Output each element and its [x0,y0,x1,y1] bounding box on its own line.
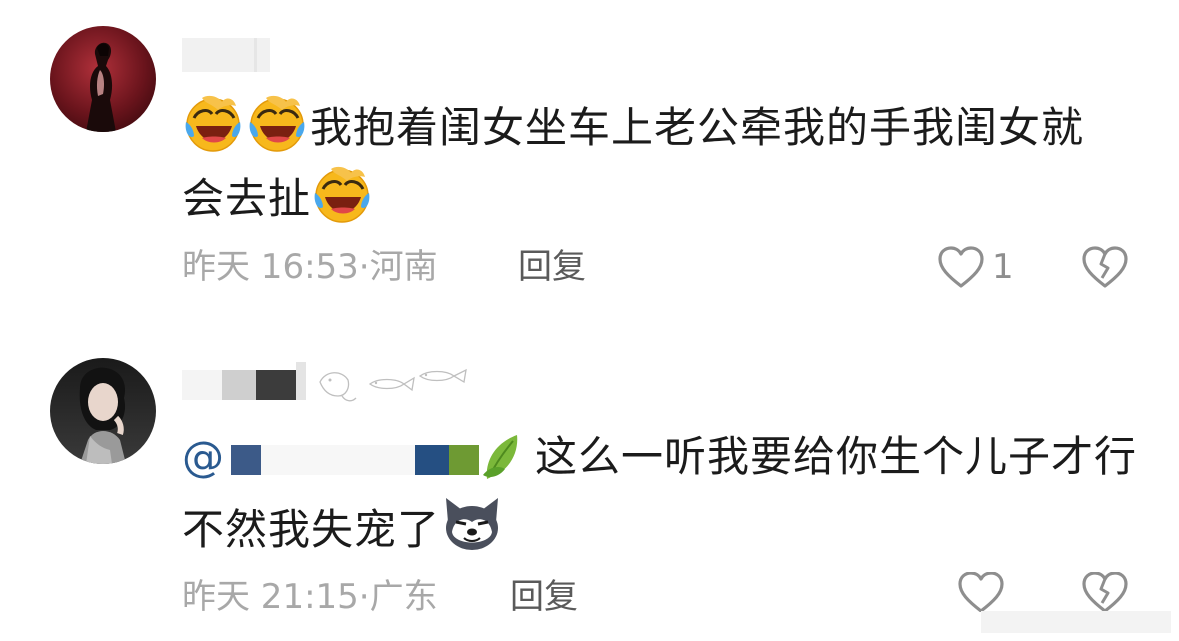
watermark-redacted [981,611,1171,633]
meta-separator: · [358,577,370,617]
mention-redacted [231,441,481,477]
comment-text-line1: 这么一听我要给你生个儿子才行 [535,432,1138,481]
mention-link[interactable]: @ [182,432,481,481]
avatar[interactable] [50,358,156,464]
avatar-image [50,26,156,132]
leaf-icon [481,431,521,483]
reply-button[interactable]: 回复 [518,242,586,292]
comment-text-line1: 我抱着闺女坐车上老公牵我的手我闺女就 [310,103,1085,152]
avatar-image [50,358,156,464]
comment-item: 我抱着闺女坐车上老公牵我的手我闺女就 会去扯 昨天 16:53·河南 回复 1 [0,0,1179,320]
like-button[interactable] [956,572,1006,612]
comment-location: 河南 [369,247,438,287]
husky-emoji-icon [440,492,504,556]
laughing-crying-emoji-icon [246,92,308,154]
comment-text-line2: 不然我失宠了 [182,505,441,554]
comment-text: @ 这么一听我要给你生个儿子才行 不然我失宠了 [182,422,1142,565]
fish-decoration-icon [319,368,467,402]
comment-time: 昨天 21:15 [182,577,359,617]
dislike-button[interactable] [1080,242,1130,292]
laughing-crying-emoji-icon [182,92,244,154]
username-redacted [182,362,482,406]
meta-separator: · [358,247,370,287]
avatar[interactable] [50,26,156,132]
broken-heart-icon [1082,246,1128,288]
broken-heart-icon [1082,572,1128,612]
heart-outline-icon [938,246,984,288]
mention-at: @ [182,432,225,481]
username-redacted [182,38,274,78]
laughing-crying-emoji-icon [311,163,373,225]
reply-button[interactable]: 回复 [510,572,578,622]
comment-item: @ 这么一听我要给你生个儿子才行 不然我失宠了 昨天 21:15·广东 回复 [0,330,1179,641]
heart-outline-icon [958,572,1004,612]
dislike-button[interactable] [1080,572,1130,612]
comment-meta: 昨天 21:15·广东 回复 [182,572,1082,622]
comment-location: 广东 [369,577,438,617]
comment-text-line2: 会去扯 [182,174,312,223]
comment-time: 昨天 16:53 [182,247,359,287]
comment-text: 我抱着闺女坐车上老公牵我的手我闺女就 会去扯 [182,92,1142,234]
like-count: 1 [992,247,1014,287]
like-button[interactable]: 1 [936,242,1014,292]
